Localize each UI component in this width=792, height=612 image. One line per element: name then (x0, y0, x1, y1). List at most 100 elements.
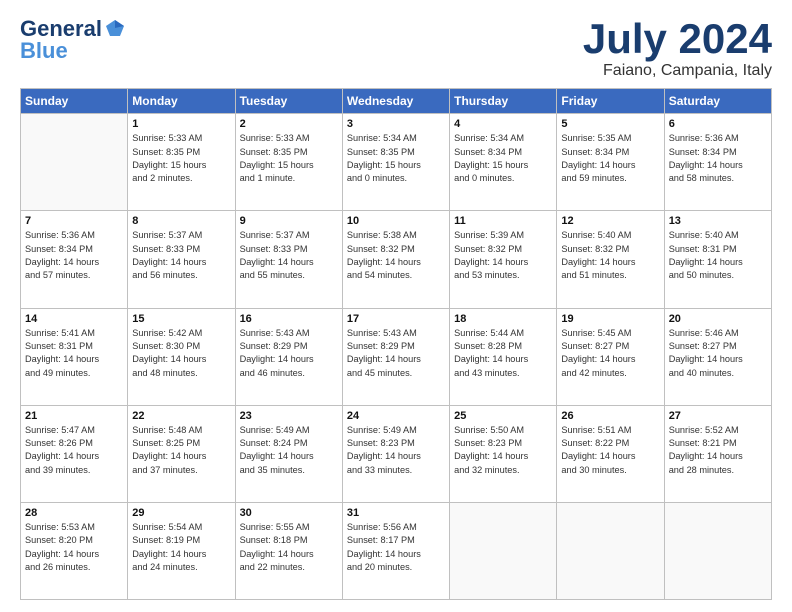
table-row: 12 Sunrise: 5:40 AMSunset: 8:32 PMDayligh… (557, 211, 664, 308)
day-number: 14 (25, 313, 123, 325)
day-info: Sunrise: 5:54 AMSunset: 8:19 PMDaylight:… (132, 521, 230, 574)
table-row: 9 Sunrise: 5:37 AMSunset: 8:33 PMDaylight… (235, 211, 342, 308)
header-friday: Friday (557, 89, 664, 114)
day-info: Sunrise: 5:44 AMSunset: 8:28 PMDaylight:… (454, 327, 552, 380)
day-info: Sunrise: 5:33 AMSunset: 8:35 PMDaylight:… (132, 132, 230, 185)
logo: General Blue (20, 16, 126, 64)
day-info: Sunrise: 5:49 AMSunset: 8:23 PMDaylight:… (347, 424, 445, 477)
calendar-week-row: 7 Sunrise: 5:36 AMSunset: 8:34 PMDaylight… (21, 211, 772, 308)
header-thursday: Thursday (450, 89, 557, 114)
day-info: Sunrise: 5:37 AMSunset: 8:33 PMDaylight:… (240, 229, 338, 282)
day-info: Sunrise: 5:38 AMSunset: 8:32 PMDaylight:… (347, 229, 445, 282)
day-number: 29 (132, 507, 230, 519)
day-number: 22 (132, 410, 230, 422)
table-row: 6 Sunrise: 5:36 AMSunset: 8:34 PMDaylight… (664, 114, 771, 211)
day-number: 10 (347, 215, 445, 227)
day-number: 12 (561, 215, 659, 227)
table-row (557, 502, 664, 599)
day-info: Sunrise: 5:36 AMSunset: 8:34 PMDaylight:… (25, 229, 123, 282)
day-number: 2 (240, 118, 338, 130)
table-row: 8Sunrise: 5:37 AMSunset: 8:33 PMDaylight… (128, 211, 235, 308)
logo-blue: Blue (20, 38, 68, 64)
table-row: 19 Sunrise: 5:45 AMSunset: 8:27 PMDayligh… (557, 308, 664, 405)
day-info: Sunrise: 5:43 AMSunset: 8:29 PMDaylight:… (347, 327, 445, 380)
header-monday: Monday (128, 89, 235, 114)
day-number: 25 (454, 410, 552, 422)
title-area: July 2024 Faiano, Campania, Italy (583, 16, 772, 80)
day-info: Sunrise: 5:53 AMSunset: 8:20 PMDaylight:… (25, 521, 123, 574)
table-row: 31Sunrise: 5:56 AMSunset: 8:17 PMDayligh… (342, 502, 449, 599)
table-row: 25 Sunrise: 5:50 AMSunset: 8:23 PMDayligh… (450, 405, 557, 502)
header-saturday: Saturday (664, 89, 771, 114)
table-row: 21 Sunrise: 5:47 AMSunset: 8:26 PMDayligh… (21, 405, 128, 502)
table-row: 26 Sunrise: 5:51 AMSunset: 8:22 PMDayligh… (557, 405, 664, 502)
page: General Blue July 2024 Faiano, Campania,… (0, 0, 792, 612)
day-info: Sunrise: 5:55 AMSunset: 8:18 PMDaylight:… (240, 521, 338, 574)
table-row: 11Sunrise: 5:39 AMSunset: 8:32 PMDayligh… (450, 211, 557, 308)
day-info: Sunrise: 5:52 AMSunset: 8:21 PMDaylight:… (669, 424, 767, 477)
header-wednesday: Wednesday (342, 89, 449, 114)
table-row: 28 Sunrise: 5:53 AMSunset: 8:20 PMDayligh… (21, 502, 128, 599)
day-number: 16 (240, 313, 338, 325)
table-row: 23 Sunrise: 5:49 AMSunset: 8:24 PMDayligh… (235, 405, 342, 502)
day-number: 7 (25, 215, 123, 227)
day-info: Sunrise: 5:49 AMSunset: 8:24 PMDaylight:… (240, 424, 338, 477)
location-subtitle: Faiano, Campania, Italy (583, 62, 772, 80)
day-number: 6 (669, 118, 767, 130)
day-number: 28 (25, 507, 123, 519)
table-row: 15Sunrise: 5:42 AMSunset: 8:30 PMDayligh… (128, 308, 235, 405)
day-number: 21 (25, 410, 123, 422)
day-number: 31 (347, 507, 445, 519)
day-info: Sunrise: 5:39 AMSunset: 8:32 PMDaylight:… (454, 229, 552, 282)
day-number: 4 (454, 118, 552, 130)
logo-flag-icon (104, 18, 126, 40)
table-row: 7 Sunrise: 5:36 AMSunset: 8:34 PMDaylight… (21, 211, 128, 308)
day-info: Sunrise: 5:50 AMSunset: 8:23 PMDaylight:… (454, 424, 552, 477)
day-number: 3 (347, 118, 445, 130)
day-info: Sunrise: 5:40 AMSunset: 8:32 PMDaylight:… (561, 229, 659, 282)
header-tuesday: Tuesday (235, 89, 342, 114)
table-row: 22Sunrise: 5:48 AMSunset: 8:25 PMDayligh… (128, 405, 235, 502)
day-number: 8 (132, 215, 230, 227)
day-info: Sunrise: 5:43 AMSunset: 8:29 PMDaylight:… (240, 327, 338, 380)
day-info: Sunrise: 5:36 AMSunset: 8:34 PMDaylight:… (669, 132, 767, 185)
day-info: Sunrise: 5:34 AMSunset: 8:34 PMDaylight:… (454, 132, 552, 185)
table-row: 27Sunrise: 5:52 AMSunset: 8:21 PMDayligh… (664, 405, 771, 502)
day-number: 20 (669, 313, 767, 325)
table-row: 24 Sunrise: 5:49 AMSunset: 8:23 PMDayligh… (342, 405, 449, 502)
table-row: 16 Sunrise: 5:43 AMSunset: 8:29 PMDayligh… (235, 308, 342, 405)
header: General Blue July 2024 Faiano, Campania,… (20, 16, 772, 80)
day-info: Sunrise: 5:33 AMSunset: 8:35 PMDaylight:… (240, 132, 338, 185)
day-number: 17 (347, 313, 445, 325)
calendar-week-row: 14 Sunrise: 5:41 AMSunset: 8:31 PMDayligh… (21, 308, 772, 405)
day-info: Sunrise: 5:42 AMSunset: 8:30 PMDaylight:… (132, 327, 230, 380)
table-row: 14 Sunrise: 5:41 AMSunset: 8:31 PMDayligh… (21, 308, 128, 405)
day-info: Sunrise: 5:51 AMSunset: 8:22 PMDaylight:… (561, 424, 659, 477)
day-info: Sunrise: 5:35 AMSunset: 8:34 PMDaylight:… (561, 132, 659, 185)
day-info: Sunrise: 5:45 AMSunset: 8:27 PMDaylight:… (561, 327, 659, 380)
table-row: 29 Sunrise: 5:54 AMSunset: 8:19 PMDayligh… (128, 502, 235, 599)
day-number: 23 (240, 410, 338, 422)
table-row: 2 Sunrise: 5:33 AMSunset: 8:35 PMDaylight… (235, 114, 342, 211)
table-row: 30Sunrise: 5:55 AMSunset: 8:18 PMDayligh… (235, 502, 342, 599)
day-info: Sunrise: 5:34 AMSunset: 8:35 PMDaylight:… (347, 132, 445, 185)
table-row (664, 502, 771, 599)
table-row (450, 502, 557, 599)
day-number: 5 (561, 118, 659, 130)
day-number: 26 (561, 410, 659, 422)
calendar-header-row: Sunday Monday Tuesday Wednesday Thursday… (21, 89, 772, 114)
day-number: 13 (669, 215, 767, 227)
day-info: Sunrise: 5:41 AMSunset: 8:31 PMDaylight:… (25, 327, 123, 380)
day-info: Sunrise: 5:47 AMSunset: 8:26 PMDaylight:… (25, 424, 123, 477)
day-number: 9 (240, 215, 338, 227)
day-number: 24 (347, 410, 445, 422)
table-row: 10 Sunrise: 5:38 AMSunset: 8:32 PMDayligh… (342, 211, 449, 308)
table-row: 13Sunrise: 5:40 AMSunset: 8:31 PMDayligh… (664, 211, 771, 308)
table-row (21, 114, 128, 211)
table-row: 4 Sunrise: 5:34 AMSunset: 8:34 PMDaylight… (450, 114, 557, 211)
day-number: 18 (454, 313, 552, 325)
table-row: 3 Sunrise: 5:34 AMSunset: 8:35 PMDaylight… (342, 114, 449, 211)
table-row: 5 Sunrise: 5:35 AMSunset: 8:34 PMDaylight… (557, 114, 664, 211)
day-number: 19 (561, 313, 659, 325)
table-row: 17 Sunrise: 5:43 AMSunset: 8:29 PMDayligh… (342, 308, 449, 405)
